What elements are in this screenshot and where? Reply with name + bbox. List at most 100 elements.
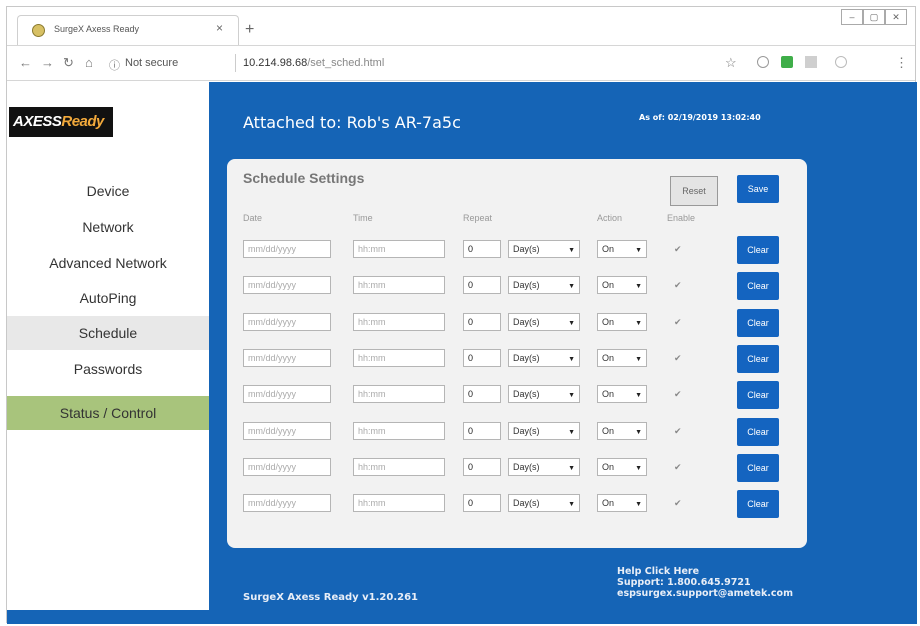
sidebar-item-network[interactable]: Network — [7, 210, 209, 244]
repeat-unit-select[interactable]: Day(s) ▼ — [508, 494, 580, 513]
repeat-unit-select[interactable]: Day(s) ▼ — [508, 457, 580, 476]
minimize-icon[interactable]: – — [841, 9, 863, 25]
clear-button[interactable]: Clear — [737, 453, 779, 482]
time-input[interactable]: hh:mm — [353, 312, 445, 331]
home-icon[interactable]: ⌂ — [85, 55, 93, 70]
repeat-count-input[interactable]: 0 — [463, 276, 501, 295]
profile-icon[interactable] — [835, 56, 847, 68]
enable-checkbox[interactable]: ✔ — [674, 498, 684, 508]
date-input[interactable]: mm/dd/yyyy — [243, 457, 331, 476]
repeat-count-input[interactable]: 0 — [463, 494, 501, 513]
repeat-count-input[interactable]: 0 — [463, 348, 501, 367]
repeat-count-input[interactable]: 0 — [463, 457, 501, 476]
clear-button[interactable]: Clear — [737, 236, 779, 264]
clear-button[interactable]: Clear — [737, 308, 779, 337]
sidebar-item-autoping[interactable]: AutoPing — [7, 281, 209, 315]
security-label[interactable]: Not secure — [125, 57, 178, 69]
repeat-unit-select[interactable]: Day(s) ▼ — [508, 276, 580, 295]
action-select[interactable]: On ▼ — [597, 457, 647, 476]
dropdown-arrow-icon: ▼ — [568, 464, 575, 472]
support-phone: Support: 1.800.645.9721 — [617, 577, 751, 588]
back-icon[interactable]: ← — [19, 55, 32, 70]
repeat-unit-value: Day(s) — [513, 244, 540, 254]
dropdown-arrow-icon: ▼ — [568, 247, 575, 254]
action-select[interactable]: On ▼ — [597, 276, 647, 295]
bookmark-star-icon[interactable]: ☆ — [725, 55, 737, 71]
repeat-count-input[interactable]: 0 — [463, 421, 501, 440]
sidebar-item-device[interactable]: Device — [7, 174, 209, 208]
enable-checkbox[interactable]: ✔ — [674, 353, 684, 363]
info-icon[interactable]: ⓘ — [109, 57, 120, 73]
sidebar-item-schedule[interactable]: Schedule — [7, 316, 209, 350]
schedule-row: mm/dd/yyyy hh:mm 0 Day(s) ▼ On ▼ ✔ Clear — [227, 308, 807, 348]
time-input[interactable]: hh:mm — [353, 421, 445, 440]
browser-window: SurgeX Axess Ready × + – ▢ ✕ ← → ↻ ⌂ ⓘ N… — [6, 6, 917, 624]
schedule-row: mm/dd/yyyy hh:mm 0 Day(s) ▼ On ▼ ✔ Clear — [227, 344, 807, 384]
date-input[interactable]: mm/dd/yyyy — [243, 494, 331, 513]
date-input[interactable]: mm/dd/yyyy — [243, 312, 331, 331]
action-select[interactable]: On ▼ — [597, 385, 647, 404]
clear-button[interactable]: Clear — [737, 381, 779, 410]
clear-button[interactable]: Clear — [737, 490, 779, 519]
enable-checkbox[interactable]: ✔ — [674, 244, 684, 254]
repeat-count-input[interactable]: 0 — [463, 385, 501, 404]
new-tab-button[interactable]: + — [245, 21, 254, 39]
time-input[interactable]: hh:mm — [353, 348, 445, 367]
support-email[interactable]: espsurgex.support@ametek.com — [617, 588, 793, 599]
extension-gray-icon[interactable] — [805, 56, 817, 68]
time-input[interactable]: hh:mm — [353, 494, 445, 513]
action-select[interactable]: On ▼ — [597, 312, 647, 331]
clear-button[interactable]: Clear — [737, 344, 779, 373]
action-select[interactable]: On ▼ — [597, 494, 647, 513]
date-input[interactable]: mm/dd/yyyy — [243, 276, 331, 295]
forward-icon[interactable]: → — [41, 55, 54, 70]
menu-icon[interactable]: ⋮ — [895, 55, 908, 71]
action-select[interactable]: On ▼ — [597, 421, 647, 440]
date-input[interactable]: mm/dd/yyyy — [243, 421, 331, 440]
action-select[interactable]: On ▼ — [597, 348, 647, 367]
repeat-unit-select[interactable]: Day(s) ▼ — [508, 312, 580, 331]
sidebar-item-status-control[interactable]: Status / Control — [7, 396, 209, 430]
repeat-unit-select[interactable]: Day(s) ▼ — [508, 385, 580, 404]
close-tab-icon[interactable]: × — [216, 21, 223, 35]
reset-button[interactable]: Reset — [670, 176, 718, 206]
enable-checkbox[interactable]: ✔ — [674, 280, 684, 290]
browser-tab[interactable]: SurgeX Axess Ready × — [17, 15, 239, 45]
clear-button[interactable]: Clear — [737, 272, 779, 301]
help-link[interactable]: Help Click Here — [617, 566, 793, 577]
dropdown-arrow-icon: ▼ — [568, 392, 575, 400]
repeat-unit-select[interactable]: Day(s) ▼ — [508, 348, 580, 367]
close-window-icon[interactable]: ✕ — [885, 9, 907, 25]
enable-checkbox[interactable]: ✔ — [674, 317, 684, 327]
url-field[interactable]: 10.214.98.68/set_sched.html — [243, 57, 384, 69]
time-input[interactable]: hh:mm — [353, 240, 445, 258]
date-input[interactable]: mm/dd/yyyy — [243, 385, 331, 404]
enable-checkbox[interactable]: ✔ — [674, 426, 684, 436]
extension-green-icon[interactable] — [781, 56, 793, 68]
extension-circle-icon[interactable] — [757, 56, 769, 68]
action-value: On — [602, 389, 615, 400]
repeat-count-input[interactable]: 0 — [463, 240, 501, 258]
maximize-icon[interactable]: ▢ — [863, 9, 885, 25]
date-input[interactable]: mm/dd/yyyy — [243, 348, 331, 367]
clear-button[interactable]: Clear — [737, 417, 779, 446]
reload-icon[interactable]: ↻ — [63, 55, 74, 71]
time-input[interactable]: hh:mm — [353, 276, 445, 295]
dropdown-arrow-icon: ▼ — [635, 501, 642, 509]
dropdown-arrow-icon: ▼ — [568, 501, 575, 509]
save-button[interactable]: Save — [737, 175, 779, 203]
time-input[interactable]: hh:mm — [353, 385, 445, 404]
sidebar-item-advanced-network[interactable]: Advanced Network — [7, 246, 209, 280]
repeat-unit-select[interactable]: Day(s) ▼ — [508, 240, 580, 258]
attached-device-title: Attached to: Rob's AR-7a5c — [243, 113, 461, 132]
repeat-unit-select[interactable]: Day(s) ▼ — [508, 421, 580, 440]
enable-checkbox[interactable]: ✔ — [674, 389, 684, 399]
enable-checkbox[interactable]: ✔ — [674, 462, 684, 472]
dropdown-arrow-icon: ▼ — [568, 355, 575, 363]
sidebar-item-passwords[interactable]: Passwords — [7, 352, 209, 386]
date-input[interactable]: mm/dd/yyyy — [243, 240, 331, 258]
time-input[interactable]: hh:mm — [353, 457, 445, 476]
action-select[interactable]: On ▼ — [597, 240, 647, 258]
repeat-count-input[interactable]: 0 — [463, 312, 501, 331]
dropdown-arrow-icon: ▼ — [635, 319, 642, 327]
